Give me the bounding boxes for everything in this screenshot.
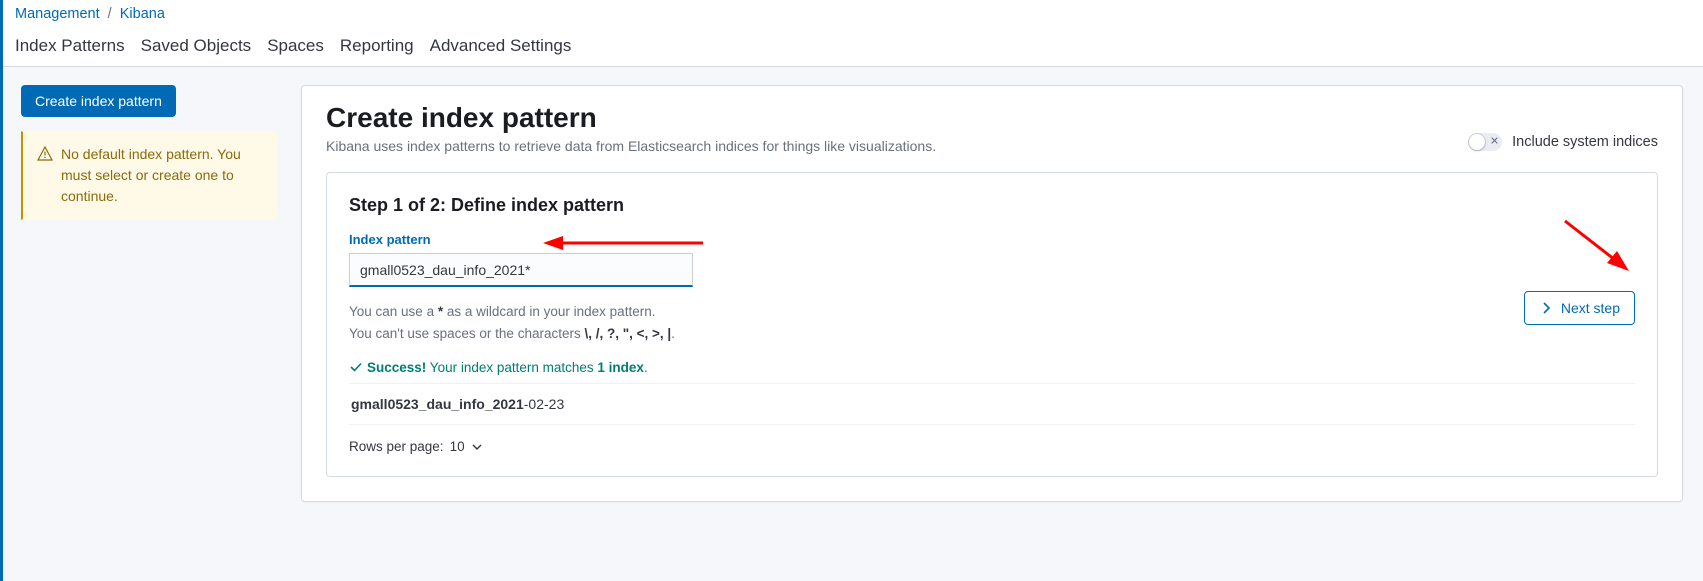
rows-per-page-label: Rows per page: bbox=[349, 439, 444, 454]
tab-advanced-settings[interactable]: Advanced Settings bbox=[430, 28, 572, 66]
include-system-indices-toggle[interactable]: ✕ bbox=[1468, 133, 1502, 151]
next-step-label: Next step bbox=[1561, 300, 1620, 316]
tab-reporting[interactable]: Reporting bbox=[340, 28, 414, 66]
rows-per-page[interactable]: Rows per page: 10 bbox=[349, 425, 1635, 454]
sidebar: Create index pattern No default index pa… bbox=[3, 67, 281, 581]
success-suffix: . bbox=[644, 360, 648, 375]
create-index-pattern-button[interactable]: Create index pattern bbox=[21, 85, 176, 117]
main-panel: Create index pattern Kibana uses index p… bbox=[301, 85, 1683, 502]
page-title: Create index pattern bbox=[326, 102, 1468, 134]
step-panel: Step 1 of 2: Define index pattern Index … bbox=[326, 172, 1658, 477]
match-item-bold: gmall0523_dau_info_2021 bbox=[351, 396, 524, 412]
index-pattern-label: Index pattern bbox=[349, 232, 1635, 247]
hint-line2-chars: \, /, ?, ", <, >, | bbox=[584, 326, 671, 341]
match-item: gmall0523_dau_info_2021-02-23 bbox=[349, 384, 1635, 425]
success-text: Your index pattern matches bbox=[426, 360, 597, 375]
warning-text: No default index pattern. You must selec… bbox=[61, 144, 262, 207]
breadcrumb-management[interactable]: Management bbox=[15, 6, 100, 22]
toggle-knob bbox=[1469, 134, 1485, 150]
check-icon bbox=[349, 360, 363, 374]
success-count: 1 index bbox=[597, 360, 644, 375]
tab-spaces[interactable]: Spaces bbox=[267, 28, 324, 66]
tab-saved-objects[interactable]: Saved Objects bbox=[141, 28, 252, 66]
hint-line1-pre: You can use a bbox=[349, 304, 438, 319]
chevron-right-icon bbox=[1539, 301, 1553, 315]
match-item-rest: -02-23 bbox=[524, 396, 564, 412]
rows-per-page-value: 10 bbox=[450, 439, 465, 454]
tabs: Index Patterns Saved Objects Spaces Repo… bbox=[3, 28, 1703, 67]
breadcrumb-kibana[interactable]: Kibana bbox=[120, 6, 165, 22]
hint-line2-pre: You can't use spaces or the characters bbox=[349, 326, 584, 341]
index-pattern-input[interactable] bbox=[349, 253, 693, 287]
hints: You can use a * as a wildcard in your in… bbox=[349, 301, 1635, 344]
include-system-indices-label: Include system indices bbox=[1512, 134, 1658, 150]
hint-line2-post: . bbox=[671, 326, 675, 341]
warning-icon bbox=[37, 146, 53, 162]
warning-callout: No default index pattern. You must selec… bbox=[21, 131, 277, 220]
page-subtitle: Kibana uses index patterns to retrieve d… bbox=[326, 138, 1468, 154]
step-title: Step 1 of 2: Define index pattern bbox=[349, 195, 1635, 216]
tab-index-patterns[interactable]: Index Patterns bbox=[15, 28, 125, 66]
success-message: Success! Your index pattern matches 1 in… bbox=[349, 360, 1635, 375]
breadcrumb-separator: / bbox=[108, 6, 112, 22]
success-label: Success! bbox=[367, 360, 426, 375]
breadcrumb: Management / Kibana bbox=[3, 0, 1703, 28]
hint-line1-post: as a wildcard in your index pattern. bbox=[443, 304, 655, 319]
next-step-button[interactable]: Next step bbox=[1524, 291, 1635, 325]
chevron-down-icon bbox=[471, 441, 483, 453]
close-icon: ✕ bbox=[1490, 137, 1499, 148]
